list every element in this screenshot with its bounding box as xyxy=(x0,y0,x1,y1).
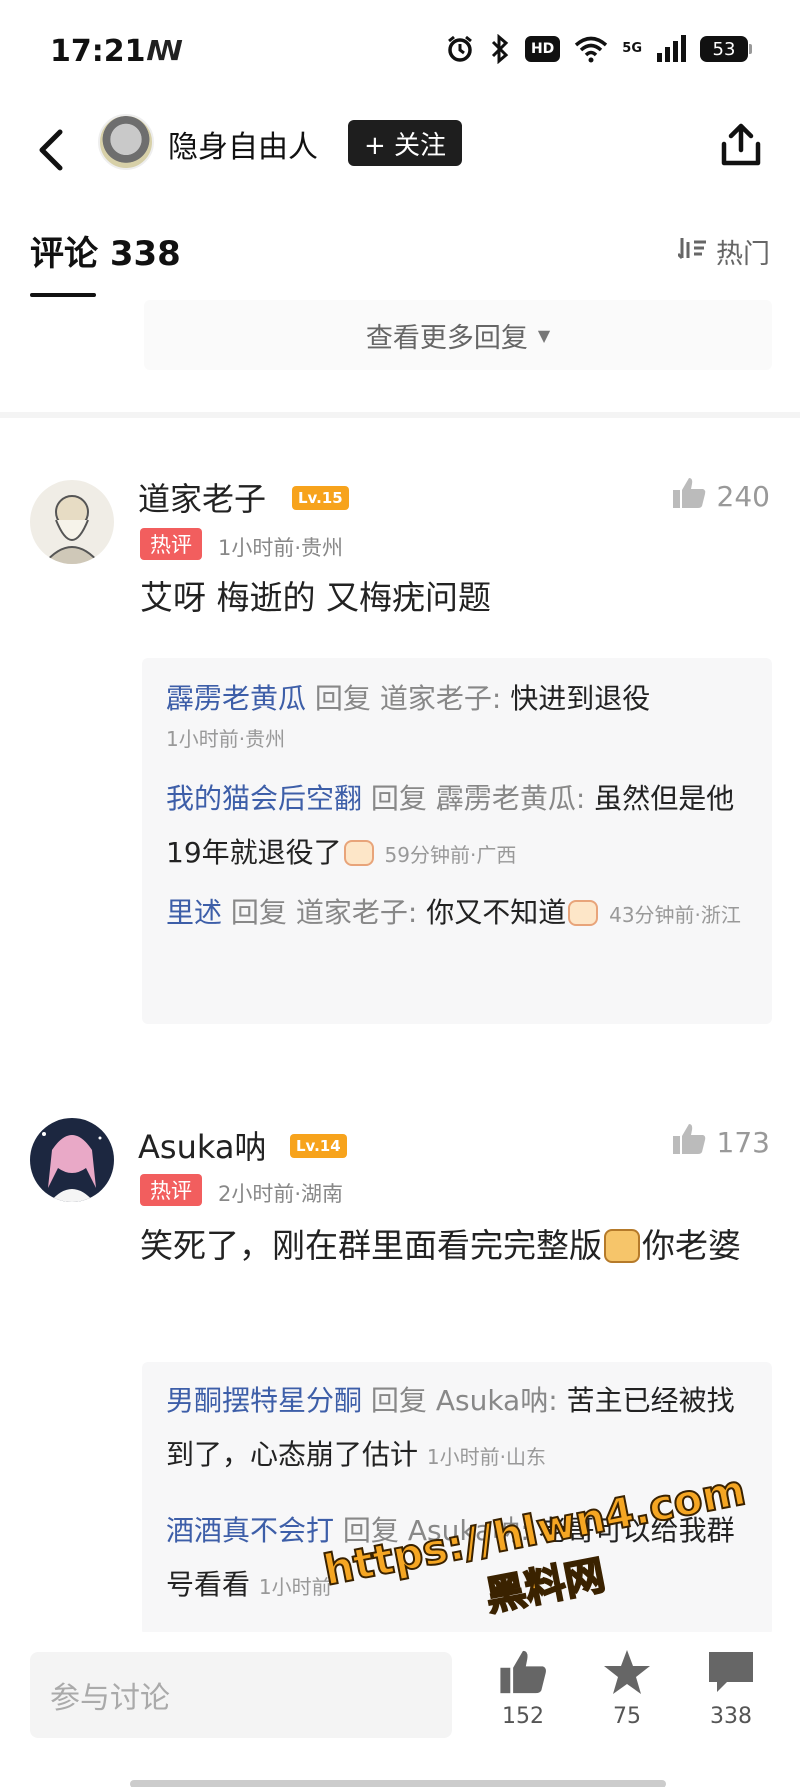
reply-item[interactable]: 里述 回复 道家老子: 你又不知道 43分钟前·浙江 xyxy=(166,886,756,942)
comment-text: 笑死了，刚在群里面看完完整版 你老婆 xyxy=(140,1218,772,1274)
reply-target[interactable]: 霹雳老黄瓜: xyxy=(436,782,585,815)
hd-icon: HD xyxy=(524,36,561,62)
reply-verb: 回复 xyxy=(370,782,427,815)
reply-author[interactable]: 我的猫会后空翻 xyxy=(166,782,362,815)
comment-text-part: 笑死了，刚在群里面看完完整版 xyxy=(140,1226,602,1265)
thumbs-up-icon xyxy=(671,476,707,517)
thumbs-up-icon xyxy=(497,1650,549,1700)
reply-verb: 回复 xyxy=(370,1384,427,1417)
reply-meta: 1小时前·贵州 xyxy=(166,727,286,751)
cat-emoji-icon xyxy=(604,1229,640,1263)
reply-box: 霹雳老黄瓜 回复 道家老子: 快进到退役 1小时前·贵州 我的猫会后空翻 回复 … xyxy=(142,658,772,1024)
comment-input[interactable]: 参与讨论 xyxy=(30,1652,452,1738)
like-count: 173 xyxy=(716,1126,770,1159)
follow-button[interactable]: + 关注 xyxy=(348,120,462,166)
reply-target[interactable]: 道家老子: xyxy=(380,682,501,715)
comment-text-part: 你老婆 xyxy=(642,1226,741,1265)
comment-meta: 2小时前·湖南 xyxy=(218,1182,344,1206)
comment-item: 道家老子 Lv.15 240 热评 1小时前·贵州 艾呀 梅逝的 又梅疣问题 霹… xyxy=(0,466,800,1026)
emoji-icon xyxy=(568,900,599,926)
reply-item[interactable]: 霹雳老黄瓜 回复 道家老子: 快进到退役 xyxy=(166,672,756,726)
comment-tabs: 评论 338 热门 xyxy=(0,200,800,300)
reply-meta: 59分钟前·广西 xyxy=(384,843,517,867)
bluetooth-icon xyxy=(489,33,511,65)
post-header: 隐身自由人 + 关注 xyxy=(0,100,800,200)
app-notification-icon: ꟿ xyxy=(146,34,184,67)
view-more-label: 查看更多回复 xyxy=(365,322,528,354)
like-button[interactable]: 240 xyxy=(671,476,770,517)
status-time: 17:21 xyxy=(50,34,146,69)
comment-meta: 1小时前·贵州 xyxy=(218,536,344,560)
battery-icon: 53 xyxy=(700,36,752,62)
reply-text: 快进到退役 xyxy=(510,682,651,715)
hot-comment-tag: 热评 xyxy=(140,528,202,560)
reply-author[interactable]: 酒酒真不会打 xyxy=(166,1514,334,1547)
status-icons: HD 5G 53 xyxy=(445,33,752,65)
reply-author[interactable]: 里述 xyxy=(166,896,222,929)
favorite-count: 75 xyxy=(613,1704,641,1729)
emoji-icon xyxy=(343,840,374,866)
reply-meta: 43分钟前·浙江 xyxy=(609,903,741,927)
like-count: 152 xyxy=(502,1704,544,1729)
5g-icon: 5G xyxy=(622,41,642,56)
author-name[interactable]: 隐身自由人 xyxy=(168,122,318,166)
reply-author[interactable]: 男酮摆特星分酮 xyxy=(166,1384,362,1417)
favorite-button[interactable]: 75 xyxy=(592,1648,662,1729)
sort-icon xyxy=(676,234,708,269)
back-arrow-icon[interactable] xyxy=(30,122,80,178)
tab-underline xyxy=(30,293,96,297)
reply-target[interactable]: 道家老子: xyxy=(296,896,417,929)
reply-target[interactable]: Asuka呐: xyxy=(436,1384,558,1417)
reply-text: 你又不知道 xyxy=(426,896,567,929)
home-indicator[interactable] xyxy=(130,1780,666,1787)
wifi-icon xyxy=(574,33,608,65)
like-button[interactable]: 173 xyxy=(671,1122,770,1163)
reply-item[interactable]: 我的猫会后空翻 回复 霹雳老黄瓜: 虽然但是他19年就退役了 59分钟前·广西 xyxy=(166,772,756,882)
author-avatar[interactable] xyxy=(98,114,154,170)
level-badge: Lv.14 xyxy=(290,1134,347,1158)
reply-verb: 回复 xyxy=(314,682,371,715)
reply-item[interactable]: 男酮摆特星分酮 回复 Asuka呐: 苦主已经被找到了，心态崩了估计 1小时前·… xyxy=(166,1374,756,1484)
bottom-action-bar: 参与讨论 152 75 338 xyxy=(0,1632,800,1787)
hot-comment-tag: 热评 xyxy=(140,1174,202,1206)
like-count: 240 xyxy=(716,480,770,513)
reply-meta: 1小时前·山东 xyxy=(426,1445,547,1469)
thumbs-up-icon xyxy=(671,1122,707,1163)
reply-author[interactable]: 霹雳老黄瓜 xyxy=(166,682,306,715)
star-icon xyxy=(601,1650,653,1700)
tab-comments[interactable]: 评论 338 xyxy=(30,226,181,275)
sort-label: 热门 xyxy=(716,239,770,270)
comment-count: 338 xyxy=(710,1704,752,1729)
reply-verb: 回复 xyxy=(230,896,287,929)
sort-toggle[interactable]: 热门 xyxy=(676,232,770,271)
status-bar: 17:21 ꟿ HD 5G 53 xyxy=(0,0,800,100)
like-post-button[interactable]: 152 xyxy=(488,1648,558,1729)
alarm-icon xyxy=(445,33,475,65)
speech-bubble-icon xyxy=(705,1652,757,1700)
commenter-name[interactable]: Asuka呐 xyxy=(138,1122,266,1168)
commenter-name[interactable]: 道家老子 xyxy=(138,474,266,520)
comment-text: 艾呀 梅逝的 又梅疣问题 xyxy=(140,578,491,617)
section-divider xyxy=(0,412,800,418)
share-icon[interactable] xyxy=(716,120,766,170)
level-badge: Lv.15 xyxy=(292,486,349,510)
view-more-replies[interactable]: 查看更多回复 ▼ xyxy=(144,300,772,370)
comments-button[interactable]: 338 xyxy=(696,1648,766,1729)
caret-down-icon: ▼ xyxy=(537,325,551,345)
commenter-avatar[interactable] xyxy=(30,1118,114,1202)
commenter-avatar[interactable] xyxy=(30,480,114,564)
signal-icon xyxy=(656,33,686,65)
